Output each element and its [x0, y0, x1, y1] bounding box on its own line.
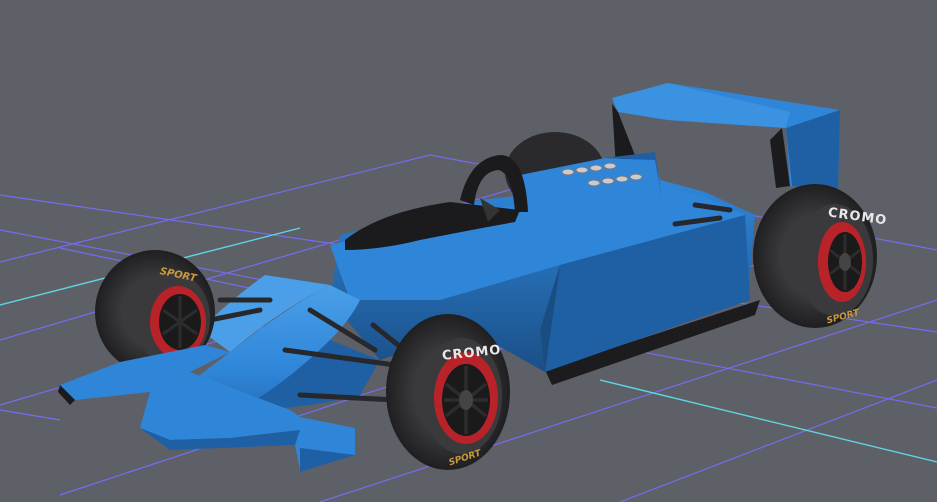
3d-viewport[interactable]: CROMO SPORT SPORT CROMO SPORT — [0, 0, 937, 502]
scene-canvas: CROMO SPORT SPORT CROMO SPORT — [0, 83, 937, 502]
rear-right-tire: CROMO SPORT — [753, 184, 888, 328]
front-right-tire: CROMO SPORT — [386, 314, 510, 470]
